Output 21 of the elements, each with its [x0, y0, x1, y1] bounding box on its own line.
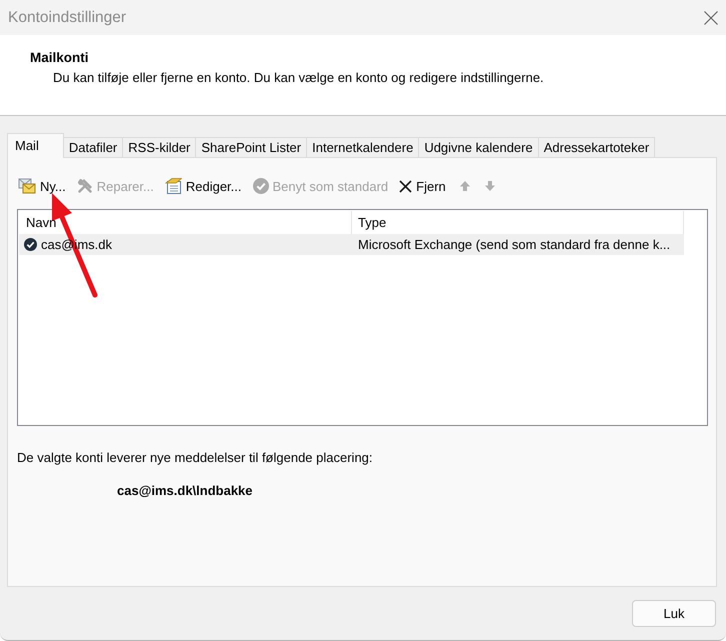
close-dialog-button[interactable]: Luk [632, 600, 716, 627]
x-mark-icon [399, 180, 412, 192]
check-circle-icon [252, 178, 269, 194]
delivery-location: cas@ims.dk\lndbakke [116, 483, 254, 498]
edit-button[interactable]: Rediger... [164, 175, 243, 197]
tab[interactable]: Adressekartoteker [538, 137, 656, 157]
delivery-label: De valgte konti leverer nye meddelelser til følgende placering: [17, 450, 374, 465]
tools-icon [76, 178, 93, 194]
tab[interactable]: Udgivne kalendere [418, 137, 539, 157]
down-arrow-icon [484, 181, 495, 191]
close-icon [704, 10, 718, 24]
remove-button[interactable]: Fjern [398, 175, 447, 197]
document-icon [164, 178, 182, 194]
tab[interactable]: Mail [7, 133, 64, 158]
table-cell: Microsoft Exchange (send som standard fra denne k... [358, 237, 670, 252]
section-description: Du kan tilføje eller fjerne en konto. Du kan vælge en konto og redigere indstillingerne. [53, 70, 545, 85]
envelope-icon [18, 178, 36, 194]
window-title: Kontoindstillinger [8, 8, 126, 26]
section-title: Mailkonti [30, 50, 90, 66]
new-button[interactable]: Ny... [17, 175, 67, 197]
up-arrow-icon [460, 181, 470, 191]
